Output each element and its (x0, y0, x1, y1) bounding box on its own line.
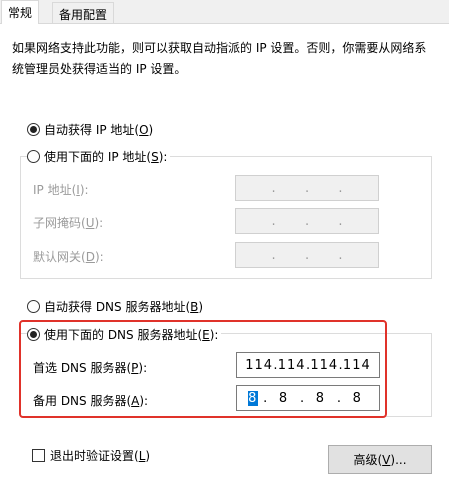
radio-auto-dns-label: 自动获得 DNS 服务器地址(B) (44, 300, 204, 314)
advanced-button-label: 高级(V)... (353, 453, 407, 467)
validate-on-exit-label: 退出时验证设置(L) (50, 449, 151, 463)
ip-address-field[interactable]: ... (235, 175, 379, 201)
validate-on-exit-checkbox[interactable]: 退出时验证设置(L) (32, 447, 150, 464)
radio-auto-ip[interactable]: 自动获得 IP 地址(O) (27, 121, 157, 138)
tab-general[interactable]: 常规 (1, 0, 40, 24)
checkbox-indicator (32, 449, 45, 462)
gateway-field[interactable]: ... (235, 242, 379, 268)
tab-alternate-config[interactable]: 备用配置 (52, 2, 115, 23)
radio-auto-dns[interactable]: 自动获得 DNS 服务器地址(B) (27, 298, 207, 315)
subnet-mask-field[interactable]: ... (235, 208, 379, 234)
advanced-button[interactable]: 高级(V)... (328, 445, 432, 474)
radio-manual-ip-label: 使用下面的 IP 地址(S): (44, 150, 168, 164)
description-text: 如果网络支持此功能，则可以获取自动指派的 IP 设置。否则，你需要从网络系统管理… (12, 41, 427, 76)
radio-manual-ip-indicator (27, 150, 40, 163)
radio-auto-ip-indicator (27, 123, 40, 136)
radio-manual-ip[interactable]: 使用下面的 IP 地址(S): (27, 148, 171, 165)
gateway-label: 默认网关(D): (33, 250, 104, 264)
radio-auto-dns-indicator (27, 300, 40, 313)
tab-bar: 常规 备用配置 (0, 0, 449, 24)
highlight-annotation-box (19, 320, 387, 418)
ip-address-label: IP 地址(I): (33, 183, 89, 197)
subnet-mask-label: 子网掩码(U): (33, 216, 104, 230)
radio-auto-ip-label: 自动获得 IP 地址(O) (44, 123, 154, 137)
